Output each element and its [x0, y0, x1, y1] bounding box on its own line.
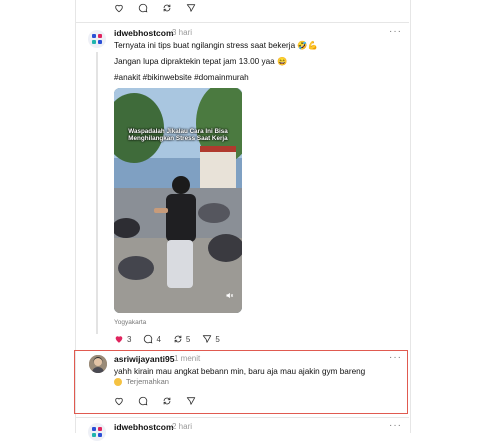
- reply-more-options-button[interactable]: ···: [389, 352, 402, 363]
- idwebhost-logo-icon: [92, 427, 102, 437]
- repost-icon: [163, 4, 171, 12]
- reply-avatar[interactable]: [89, 355, 107, 373]
- like-button[interactable]: 3: [114, 334, 131, 344]
- share-count: 5: [215, 334, 220, 344]
- translate-button[interactable]: Terjemahkan: [114, 377, 169, 386]
- post-text-line-1: Ternyata ini tips buat ngilangin stress …: [114, 41, 318, 50]
- post-video[interactable]: Waspadalah Jikalau Cara Ini Bisa Menghil…: [114, 88, 242, 313]
- heart-icon: [115, 4, 123, 13]
- post-actions: 3 4 5 5: [114, 334, 220, 344]
- comment-count: 4: [156, 334, 161, 344]
- video-caption-line-1: Waspadalah Jikalau Cara Ini Bisa: [128, 128, 228, 135]
- previous-post-actions: [114, 3, 196, 13]
- reply-timestamp[interactable]: 1 menit: [174, 354, 200, 363]
- avatar[interactable]: [88, 30, 106, 48]
- post-location[interactable]: Yogyakarta: [114, 319, 146, 326]
- share-icon: [186, 397, 196, 405]
- mute-button[interactable]: [225, 287, 234, 305]
- repost-button[interactable]: [162, 396, 172, 406]
- share-icon: [186, 4, 196, 12]
- comment-icon: [138, 396, 148, 406]
- post-divider: [75, 22, 409, 23]
- comment-icon: [144, 334, 153, 344]
- share-button[interactable]: [186, 396, 196, 406]
- reply-text: yahh kirain mau angkat bebann min, baru …: [114, 367, 366, 376]
- video-caption-line-2: Menghilangkan Stress Saat Kerja: [128, 135, 228, 142]
- repost-button[interactable]: [162, 3, 172, 13]
- repost-icon: [163, 397, 171, 405]
- comment-icon: [138, 3, 148, 13]
- reply-actions: [114, 396, 196, 406]
- video-thumbnail: [114, 88, 242, 313]
- comment-button[interactable]: [138, 396, 148, 406]
- like-button[interactable]: [114, 396, 124, 406]
- share-button[interactable]: [186, 3, 196, 13]
- like-count: 3: [127, 334, 132, 344]
- emoji-icon: [114, 377, 122, 386]
- post-username[interactable]: idwebhostcom: [114, 28, 174, 38]
- like-button[interactable]: [114, 3, 124, 13]
- video-caption: Waspadalah Jikalau Cara Ini Bisa Menghil…: [114, 128, 242, 142]
- avatar[interactable]: [88, 423, 106, 441]
- comment-button[interactable]: 4: [143, 334, 161, 344]
- post-divider: [75, 417, 409, 418]
- post-timestamp[interactable]: 3 hari: [172, 28, 192, 37]
- thread-line: [96, 52, 98, 334]
- repost-icon: [174, 335, 182, 343]
- heart-icon: [115, 397, 123, 406]
- share-icon: [203, 335, 212, 343]
- share-button[interactable]: 5: [202, 334, 220, 344]
- speaker-muted-icon: [226, 292, 234, 299]
- next-post-timestamp[interactable]: 2 hari: [172, 422, 192, 431]
- comment-button[interactable]: [138, 3, 148, 13]
- idwebhost-logo-icon: [92, 34, 102, 44]
- post-text-line-2: Jangan lupa dipraktekin tepat jam 13.00 …: [114, 57, 288, 66]
- repost-button[interactable]: 5: [173, 334, 190, 344]
- translate-label: Terjemahkan: [126, 377, 169, 386]
- reply-username[interactable]: asriwijayanti95: [114, 354, 174, 364]
- next-post-username[interactable]: idwebhostcom: [114, 422, 174, 432]
- post-hashtags[interactable]: #anakit #bikinwebsite #domainmurah: [114, 73, 249, 82]
- next-post-more-options-button[interactable]: ···: [389, 420, 402, 431]
- repost-count: 5: [185, 334, 191, 344]
- heart-filled-icon: [115, 336, 123, 343]
- user-photo: [89, 355, 107, 373]
- more-options-button[interactable]: ···: [389, 26, 402, 37]
